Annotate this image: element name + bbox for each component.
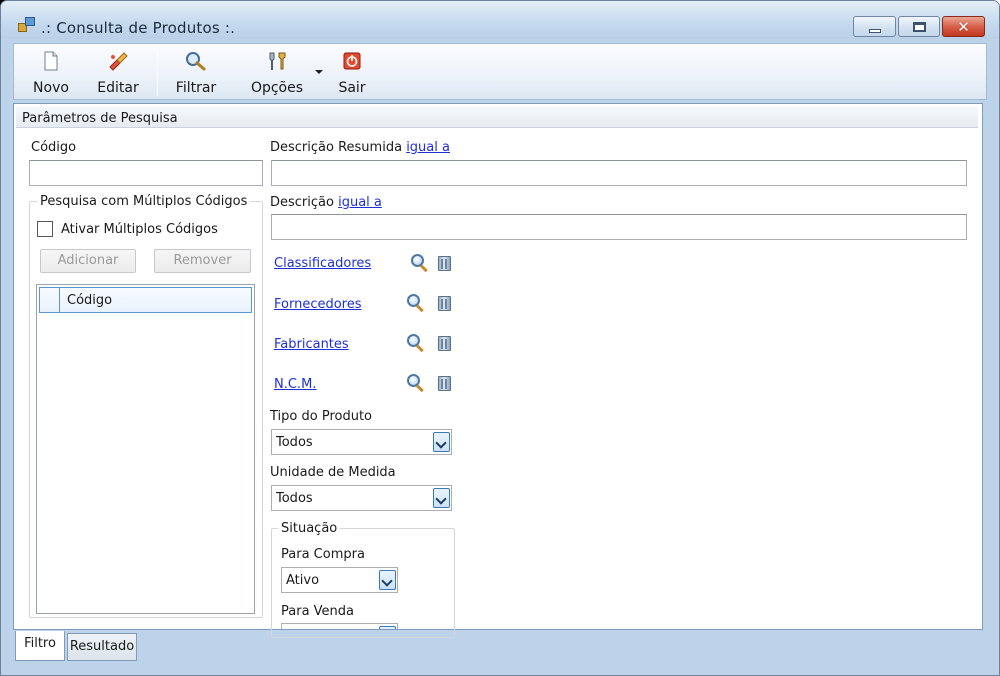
novo-button[interactable]: Novo — [22, 47, 80, 97]
magnifier-icon — [186, 52, 206, 71]
chevron-down-icon[interactable] — [433, 488, 450, 508]
opcoes-dropdown-arrow-icon[interactable] — [315, 70, 323, 74]
toolbar: Novo Editar Filtrar Opções Sair — [13, 43, 987, 100]
tab-filtro[interactable]: Filtro — [15, 631, 65, 661]
para-venda-select[interactable] — [281, 623, 398, 629]
desc-resumida-label: Descrição Resumida igual a — [270, 140, 450, 155]
tipo-produto-value: Todos — [276, 435, 313, 450]
minimize-button[interactable] — [853, 16, 896, 37]
unidade-medida-label: Unidade de Medida — [270, 465, 396, 480]
para-venda-label: Para Venda — [281, 604, 355, 619]
editar-button[interactable]: Editar — [88, 47, 148, 97]
edit-brush-icon — [109, 52, 128, 71]
fornecedores-clear-icon[interactable] — [437, 294, 453, 312]
fabricantes-search-icon[interactable] — [407, 334, 425, 353]
chevron-down-icon[interactable] — [379, 570, 396, 590]
maximize-button[interactable] — [898, 16, 940, 37]
grid-header-row: Código — [39, 287, 252, 313]
tipo-produto-select[interactable]: Todos — [271, 429, 452, 455]
unidade-medida-value: Todos — [276, 491, 313, 506]
ncm-clear-icon[interactable] — [437, 374, 453, 392]
grid-column-codigo[interactable]: Código — [67, 293, 112, 308]
fornecedores-search-icon[interactable] — [407, 294, 425, 313]
ncm-link[interactable]: N.C.M. — [274, 377, 316, 392]
classificadores-clear-icon[interactable] — [437, 254, 453, 272]
opcoes-button[interactable]: Opções — [245, 47, 309, 97]
chevron-down-icon[interactable] — [379, 626, 396, 629]
para-compra-label: Para Compra — [281, 547, 365, 562]
unidade-medida-select[interactable]: Todos — [271, 485, 452, 511]
toolbar-separator — [157, 50, 158, 96]
minimize-icon — [868, 28, 881, 33]
chevron-down-icon[interactable] — [433, 432, 450, 452]
descricao-operator-link[interactable]: igual a — [338, 195, 382, 210]
desc-resumida-operator-link[interactable]: igual a — [406, 140, 450, 155]
close-icon: ✕ — [957, 17, 970, 36]
filter-panel: Parâmetros de Pesquisa Código Pesquisa c… — [13, 103, 983, 638]
codigo-input[interactable] — [29, 160, 263, 186]
descricao-label: Descrição igual a — [270, 195, 382, 210]
app-icon — [18, 17, 36, 33]
search-params-header: Parâmetros de Pesquisa — [16, 106, 978, 128]
ncm-search-icon[interactable] — [407, 374, 425, 393]
grid-row-header — [40, 288, 60, 312]
fabricantes-link[interactable]: Fabricantes — [274, 337, 349, 352]
desc-resumida-input[interactable] — [271, 160, 967, 186]
tipo-produto-label: Tipo do Produto — [270, 409, 372, 424]
classificadores-link[interactable]: Classificadores — [274, 256, 371, 271]
codes-grid[interactable]: Código — [36, 284, 255, 614]
codigo-label: Código — [31, 140, 77, 155]
close-button[interactable]: ✕ — [942, 16, 985, 37]
classificadores-search-icon[interactable] — [411, 254, 429, 273]
window-title: .: Consulta de Produtos :. — [41, 19, 236, 37]
multi-codes-checkbox[interactable] — [37, 221, 53, 237]
tools-icon — [269, 52, 286, 70]
para-compra-value: Ativo — [286, 573, 320, 588]
fabricantes-clear-icon[interactable] — [437, 334, 453, 352]
multi-codes-legend: Pesquisa com Múltiplos Códigos — [37, 194, 251, 209]
para-compra-select[interactable]: Ativo — [281, 567, 398, 593]
exit-icon — [343, 52, 361, 70]
descricao-input[interactable] — [271, 214, 967, 240]
maximize-icon — [912, 21, 926, 32]
app-window: .: Consulta de Produtos :. ✕ Novo Editar — [0, 0, 1000, 676]
document-icon — [44, 51, 58, 71]
tab-resultado[interactable]: Resultado — [67, 633, 137, 661]
title-bar: .: Consulta de Produtos :. ✕ — [1, 1, 999, 39]
multi-codes-checkbox-label[interactable]: Ativar Múltiplos Códigos — [61, 222, 218, 237]
fornecedores-link[interactable]: Fornecedores — [274, 297, 362, 312]
adicionar-button[interactable]: Adicionar — [40, 249, 136, 273]
sair-button[interactable]: Sair — [328, 47, 376, 97]
filtrar-button[interactable]: Filtrar — [168, 47, 224, 97]
situacao-legend: Situação — [278, 521, 341, 536]
remover-button[interactable]: Remover — [154, 249, 251, 273]
